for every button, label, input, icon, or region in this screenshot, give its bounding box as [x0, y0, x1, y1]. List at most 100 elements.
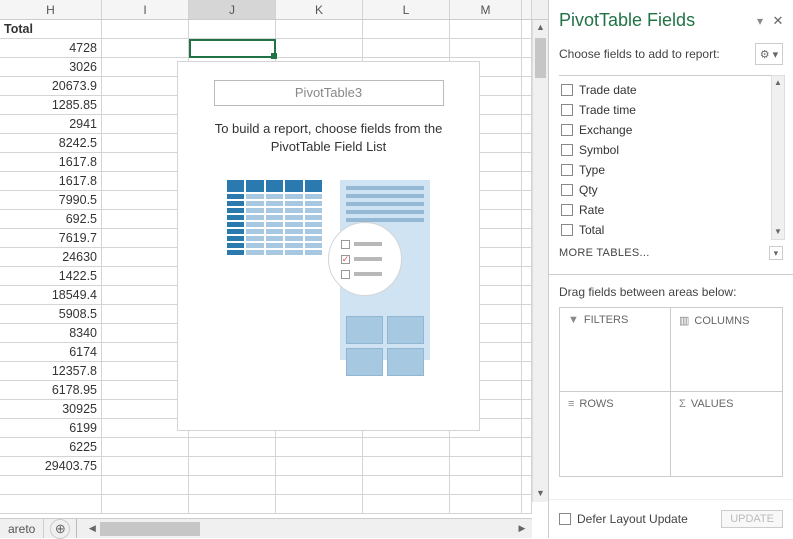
cell[interactable]	[522, 134, 532, 153]
scroll-down-icon[interactable]: ▼	[772, 225, 784, 239]
cell[interactable]	[450, 438, 522, 457]
scroll-left-icon[interactable]: ◀	[84, 523, 100, 534]
vertical-scrollbar[interactable]: ▲ ▼	[532, 20, 548, 502]
cell[interactable]: 1285.85	[0, 96, 102, 115]
cell[interactable]	[102, 191, 189, 210]
scroll-up-icon[interactable]: ▲	[533, 20, 548, 36]
cell[interactable]: 4728	[0, 39, 102, 58]
scroll-down-icon[interactable]: ▼	[533, 486, 548, 502]
cell[interactable]	[450, 457, 522, 476]
cell[interactable]	[102, 495, 189, 514]
cell[interactable]	[522, 324, 532, 343]
cell[interactable]: 7619.7	[0, 229, 102, 248]
defer-checkbox[interactable]	[559, 513, 571, 525]
add-sheet-button[interactable]: ⊕	[50, 519, 70, 539]
field-item[interactable]: Symbol	[559, 140, 783, 160]
cell[interactable]	[276, 476, 363, 495]
cell[interactable]	[102, 248, 189, 267]
cell[interactable]	[102, 267, 189, 286]
field-list-scrollbar[interactable]: ▲ ▼	[771, 75, 785, 240]
columns-drop-area[interactable]: ▥COLUMNS	[671, 308, 782, 392]
cell[interactable]	[522, 153, 532, 172]
expand-icon[interactable]: ▾	[769, 246, 783, 260]
cell[interactable]	[189, 39, 276, 58]
cell[interactable]: 3026	[0, 58, 102, 77]
cell[interactable]	[522, 267, 532, 286]
cell[interactable]	[276, 457, 363, 476]
cell[interactable]	[102, 438, 189, 457]
cell[interactable]	[102, 20, 189, 39]
cell[interactable]	[102, 286, 189, 305]
cell[interactable]: 1617.8	[0, 172, 102, 191]
cell[interactable]	[363, 495, 450, 514]
cell[interactable]	[102, 381, 189, 400]
col-header-m[interactable]: M	[450, 0, 522, 19]
cell[interactable]	[102, 229, 189, 248]
cell[interactable]	[522, 210, 532, 229]
scroll-up-icon[interactable]: ▲	[772, 76, 784, 90]
filters-drop-area[interactable]: ▼FILTERS	[560, 308, 671, 392]
cell[interactable]: 2941	[0, 115, 102, 134]
gear-icon[interactable]: ⚙ ▾	[755, 43, 783, 65]
cell[interactable]: 20673.9	[0, 77, 102, 96]
cell[interactable]	[450, 476, 522, 495]
cell[interactable]	[102, 77, 189, 96]
cell[interactable]: Total	[0, 20, 102, 39]
cell[interactable]	[189, 476, 276, 495]
cell[interactable]: 24630	[0, 248, 102, 267]
cell[interactable]	[0, 495, 102, 514]
col-header-j[interactable]: J	[189, 0, 276, 19]
cell[interactable]	[522, 172, 532, 191]
cell[interactable]: 692.5	[0, 210, 102, 229]
cell[interactable]	[189, 438, 276, 457]
cell[interactable]	[102, 153, 189, 172]
field-item[interactable]: Trade date	[559, 80, 783, 100]
hscroll-thumb[interactable]	[100, 522, 200, 536]
cell[interactable]	[102, 39, 189, 58]
checkbox[interactable]	[561, 124, 573, 136]
col-header-k[interactable]: K	[276, 0, 363, 19]
cell[interactable]	[189, 20, 276, 39]
field-item[interactable]: Type	[559, 160, 783, 180]
field-item[interactable]: Rate	[559, 200, 783, 220]
checkbox[interactable]	[561, 84, 573, 96]
cell[interactable]	[450, 495, 522, 514]
horizontal-scrollbar[interactable]: ◀ ▶	[84, 521, 530, 537]
cell[interactable]	[522, 438, 532, 457]
cell[interactable]: 6225	[0, 438, 102, 457]
grid-area[interactable]: Total4728302620673.91285.8529418242.5161…	[0, 20, 548, 538]
checkbox[interactable]	[561, 224, 573, 236]
cell[interactable]	[363, 476, 450, 495]
field-item[interactable]: Total	[559, 220, 783, 240]
cell[interactable]	[522, 77, 532, 96]
sheet-tab[interactable]: areto	[0, 519, 44, 538]
cell[interactable]	[102, 476, 189, 495]
cell[interactable]	[522, 495, 532, 514]
cell[interactable]	[363, 20, 450, 39]
cell[interactable]: 8242.5	[0, 134, 102, 153]
scroll-right-icon[interactable]: ▶	[514, 523, 530, 534]
checkbox[interactable]	[561, 184, 573, 196]
cell[interactable]: 1617.8	[0, 153, 102, 172]
cell[interactable]	[0, 476, 102, 495]
cell[interactable]	[522, 362, 532, 381]
cell[interactable]	[522, 248, 532, 267]
cell[interactable]	[102, 115, 189, 134]
cell[interactable]	[522, 58, 532, 77]
checkbox[interactable]	[561, 104, 573, 116]
cell[interactable]	[102, 362, 189, 381]
cell[interactable]: 30925	[0, 400, 102, 419]
cell[interactable]	[363, 438, 450, 457]
cell[interactable]	[102, 96, 189, 115]
cell[interactable]	[102, 419, 189, 438]
cell[interactable]	[522, 191, 532, 210]
cell[interactable]: 8340	[0, 324, 102, 343]
rows-drop-area[interactable]: ≡ROWS	[560, 392, 671, 476]
checkbox[interactable]	[561, 144, 573, 156]
cell[interactable]	[363, 39, 450, 58]
cell[interactable]	[102, 58, 189, 77]
field-item[interactable]: Qty	[559, 180, 783, 200]
cell[interactable]	[102, 400, 189, 419]
cell[interactable]	[522, 229, 532, 248]
cell[interactable]	[363, 457, 450, 476]
